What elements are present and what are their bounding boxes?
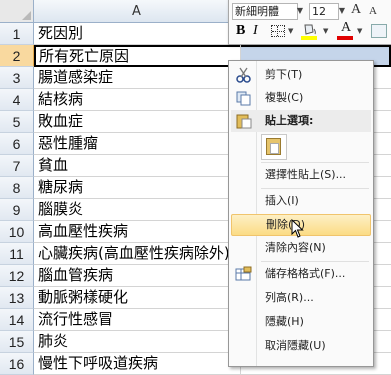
row-header[interactable]: 8 (0, 177, 34, 199)
font-color-letter: A (340, 20, 352, 35)
font-size-box[interactable]: 12 (309, 3, 339, 20)
row-header[interactable]: 7 (0, 155, 34, 177)
font-name-box[interactable]: 新細明體 (232, 3, 298, 20)
row-header[interactable]: 9 (0, 199, 34, 221)
copy-icon (235, 90, 253, 106)
font-color-swatch (337, 36, 353, 40)
row-header[interactable]: 5 (0, 111, 34, 133)
font-size-dropdown-icon[interactable]: ▼ (337, 3, 347, 18)
row-header[interactable]: 2 (0, 45, 34, 67)
select-all-triangle-icon (22, 11, 31, 20)
bold-button[interactable]: B (236, 23, 245, 39)
mini-toolbar: 新細明體 ▼ 12 ▼ A A B I ▼ ▼ A ▼ (228, 0, 391, 45)
paste-options-header: 貼上選項: (231, 110, 371, 132)
menu-item-cut-label: 剪下(T) (265, 68, 303, 81)
menu-item-copy-label: 複製(C) (265, 91, 304, 104)
row-header[interactable]: 12 (0, 265, 34, 287)
menu-item-hide[interactable]: 隱藏(H) (231, 311, 371, 333)
format-cells-icon (235, 266, 253, 282)
menu-item-format-cells[interactable]: 儲存格格式(F)... (231, 263, 371, 285)
menu-item-paste-special[interactable]: 選擇性貼上(S)... (231, 164, 371, 186)
scissors-icon (235, 67, 253, 83)
menu-separator (261, 261, 369, 262)
row-header[interactable]: 10 (0, 221, 34, 243)
row-header[interactable]: 16 (0, 353, 34, 375)
menu-item-insert[interactable]: 插入(I) (231, 190, 371, 212)
menu-item-row-height-label: 列高(R)... (265, 291, 314, 304)
row-header[interactable]: 14 (0, 309, 34, 331)
menu-item-copy[interactable]: 複製(C) (231, 87, 371, 109)
font-color-dropdown-icon[interactable]: ▼ (357, 27, 362, 35)
format-painter-icon[interactable] (371, 24, 387, 38)
menu-item-unhide[interactable]: 取消隱藏(U) (231, 335, 371, 357)
menu-item-cut[interactable]: 剪下(T) (231, 64, 371, 86)
menu-item-unhide-label: 取消隱藏(U) (265, 339, 326, 352)
context-menu: 剪下(T) 複製(C) 貼上選項: 選擇性貼上(S)... 插入(I) 刪除(D… (228, 60, 374, 367)
shrink-font-button[interactable]: A (369, 5, 377, 17)
paint-bucket-icon (304, 24, 316, 35)
row-header[interactable]: 13 (0, 287, 34, 309)
menu-item-paste-special-label: 選擇性貼上(S)... (265, 168, 347, 181)
row-header[interactable]: 11 (0, 243, 34, 265)
column-header-a[interactable]: A (34, 0, 240, 23)
row-header[interactable]: 6 (0, 133, 34, 155)
row-header[interactable]: 4 (0, 89, 34, 111)
fill-color-dropdown-icon[interactable]: ▼ (323, 27, 328, 35)
menu-separator (261, 162, 369, 163)
menu-separator (261, 188, 369, 189)
row-header[interactable]: 3 (0, 67, 34, 89)
paste-icon (235, 113, 253, 129)
borders-icon[interactable] (271, 25, 285, 37)
font-color-button[interactable]: A (337, 20, 355, 40)
paste-button[interactable] (261, 134, 287, 160)
borders-dropdown-icon[interactable]: ▼ (288, 27, 293, 35)
italic-button[interactable]: I (253, 23, 258, 39)
fill-color-swatch (301, 36, 317, 40)
paste-options-label: 貼上選項: (265, 114, 314, 127)
clipboard-icon (266, 138, 281, 155)
mouse-cursor-icon (291, 218, 305, 243)
select-all-corner[interactable] (0, 0, 34, 23)
menu-item-row-height[interactable]: 列高(R)... (231, 287, 371, 309)
fill-color-button[interactable] (301, 22, 321, 40)
grow-font-button[interactable]: A (351, 2, 361, 18)
font-name-dropdown-icon[interactable]: ▼ (295, 3, 305, 18)
row-header[interactable]: 15 (0, 331, 34, 353)
row-header[interactable]: 1 (0, 23, 34, 45)
menu-item-hide-label: 隱藏(H) (265, 315, 304, 328)
menu-item-format-cells-label: 儲存格格式(F)... (265, 267, 346, 280)
menu-item-insert-label: 插入(I) (265, 194, 299, 207)
